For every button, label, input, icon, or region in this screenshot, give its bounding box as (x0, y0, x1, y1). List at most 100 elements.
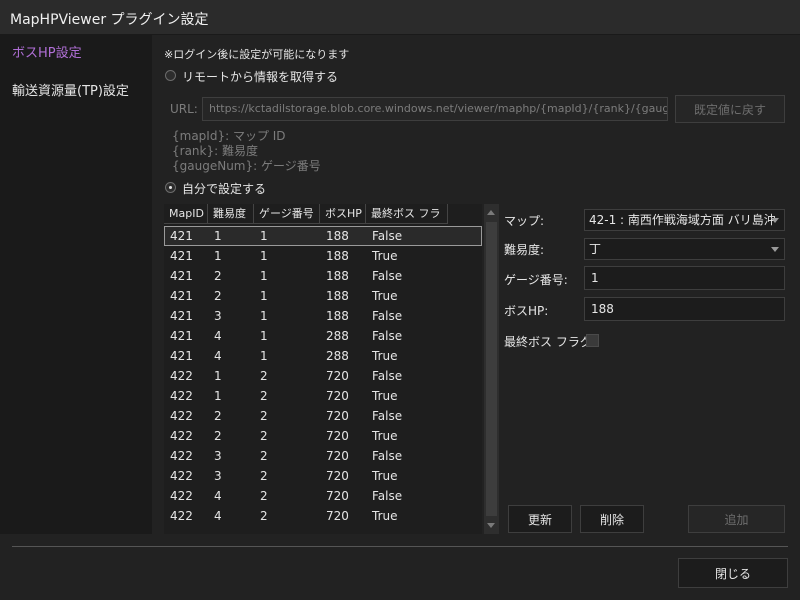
final-flag-label: 最終ボス フラグ: (504, 335, 596, 349)
help-gauge-num: {gaugeNum}: ゲージ番号 (172, 159, 321, 173)
table-cell: True (372, 389, 398, 403)
table-cell: 421 (170, 229, 193, 243)
table-scrollbar[interactable] (484, 204, 499, 534)
table-cell: 188 (326, 309, 349, 323)
sidebar: ボスHP設定 輸送資源量(TP)設定 (0, 34, 152, 534)
map-select-value: 42-1 : 南西作戦海域方面 バリ島沖 (589, 213, 776, 227)
gauge-label: ゲージ番号: (504, 273, 568, 287)
table-cell: 422 (170, 369, 193, 383)
table-row[interactable]: 422 4 2 720 False (164, 486, 482, 506)
table-cell: 1 (260, 309, 268, 323)
table-cell: 2 (214, 429, 222, 443)
table-cell: 421 (170, 269, 193, 283)
table-cell: 3 (214, 469, 222, 483)
window-title: MapHPViewer プラグイン設定 (10, 12, 209, 28)
table-cell: 1 (214, 249, 222, 263)
hp-input[interactable]: 188 (584, 297, 785, 321)
table-row[interactable]: 421 4 1 288 False (164, 326, 482, 346)
map-select[interactable]: 42-1 : 南西作戦海域方面 バリ島沖 (584, 209, 785, 231)
table-cell: 2 (260, 409, 268, 423)
table-row[interactable]: 421 2 1 188 False (164, 266, 482, 286)
table-cell: 4 (214, 509, 222, 523)
table-cell: 720 (326, 369, 349, 383)
table-row[interactable]: 421 2 1 188 True (164, 286, 482, 306)
gauge-input[interactable]: 1 (584, 266, 785, 290)
table-row[interactable]: 421 1 1 188 False (164, 226, 482, 246)
add-button[interactable]: 追加 (688, 505, 785, 533)
rank-label: 難易度: (504, 243, 545, 257)
table-cell: 2 (214, 409, 222, 423)
table-cell: 422 (170, 429, 193, 443)
rank-select[interactable]: 丁 (584, 238, 785, 260)
scroll-up-icon[interactable] (487, 210, 495, 215)
table-row[interactable]: 422 2 2 720 False (164, 406, 482, 426)
sidebar-item-tp[interactable]: 輸送資源量(TP)設定 (0, 74, 152, 110)
final-flag-checkbox[interactable] (586, 334, 599, 347)
column-header-final-flag[interactable]: 最終ボス フラグ (366, 204, 448, 240)
table-cell: 720 (326, 489, 349, 503)
table-cell: 422 (170, 409, 193, 423)
table-cell: False (372, 409, 403, 423)
table-row[interactable]: 421 4 1 288 True (164, 346, 482, 366)
chevron-down-icon (771, 247, 779, 252)
close-button[interactable]: 閉じる (678, 558, 788, 588)
table-cell: 421 (170, 329, 193, 343)
table-cell: 1 (260, 289, 268, 303)
column-header-rank[interactable]: 難易度 (208, 204, 254, 224)
table-cell: 720 (326, 509, 349, 523)
table-cell: 2 (214, 289, 222, 303)
table-cell: 288 (326, 329, 349, 343)
manual-option-radio[interactable] (165, 182, 176, 193)
table-cell: 720 (326, 429, 349, 443)
table-row[interactable]: 422 4 2 720 True (164, 506, 482, 526)
table-cell: 2 (260, 469, 268, 483)
table-cell: 422 (170, 449, 193, 463)
table-cell: 720 (326, 449, 349, 463)
table-cell: 2 (214, 269, 222, 283)
table-cell: False (372, 269, 403, 283)
table-cell: 421 (170, 349, 193, 363)
update-button[interactable]: 更新 (508, 505, 572, 533)
table-row[interactable]: 422 3 2 720 False (164, 446, 482, 466)
table-row[interactable]: 421 1 1 188 True (164, 246, 482, 266)
scroll-down-icon[interactable] (487, 523, 495, 528)
column-header-hp[interactable]: ボスHP (320, 204, 366, 224)
sidebar-item-boss-hp[interactable]: ボスHP設定 (0, 36, 152, 72)
rank-select-value: 丁 (589, 242, 602, 256)
table-cell: 1 (214, 229, 222, 243)
table-cell: True (372, 509, 398, 523)
table-cell: 1 (260, 349, 268, 363)
url-input[interactable]: https://kctadilstorage.blob.core.windows… (202, 97, 668, 121)
title-bar: MapHPViewer プラグイン設定 (0, 0, 800, 35)
table-cell: 2 (260, 389, 268, 403)
table-cell: 422 (170, 389, 193, 403)
table-cell: True (372, 349, 398, 363)
table-cell: False (372, 329, 403, 343)
table-cell: 4 (214, 329, 222, 343)
url-label: URL: (170, 102, 198, 116)
column-header-mapid[interactable]: MapID (164, 204, 208, 224)
table-row[interactable]: 422 3 2 720 True (164, 466, 482, 486)
delete-button[interactable]: 削除 (580, 505, 644, 533)
table-cell: 3 (214, 309, 222, 323)
table-cell: 421 (170, 249, 193, 263)
boss-hp-table[interactable]: MapID 難易度 ゲージ番号 ボスHP 最終ボス フラグ 42111188Fa… (164, 204, 482, 534)
table-cell: True (372, 249, 398, 263)
table-row[interactable]: 422 2 2 720 True (164, 426, 482, 446)
table-cell: 422 (170, 489, 193, 503)
remote-option-label[interactable]: リモートから情報を取得する (182, 68, 338, 85)
table-cell: 720 (326, 389, 349, 403)
table-row[interactable]: 422 1 2 720 True (164, 386, 482, 406)
remote-option-radio[interactable] (165, 70, 176, 81)
scroll-thumb[interactable] (486, 222, 497, 516)
column-header-gauge[interactable]: ゲージ番号 (254, 204, 320, 224)
table-cell: 421 (170, 309, 193, 323)
table-cell: 1 (214, 369, 222, 383)
reset-default-button[interactable]: 既定値に戻す (675, 95, 785, 123)
table-cell: 1 (260, 229, 268, 243)
table-row[interactable]: 421 3 1 188 False (164, 306, 482, 326)
table-cell: 1 (214, 389, 222, 403)
table-cell: 4 (214, 489, 222, 503)
manual-option-label[interactable]: 自分で設定する (182, 180, 266, 197)
table-row[interactable]: 422 1 2 720 False (164, 366, 482, 386)
